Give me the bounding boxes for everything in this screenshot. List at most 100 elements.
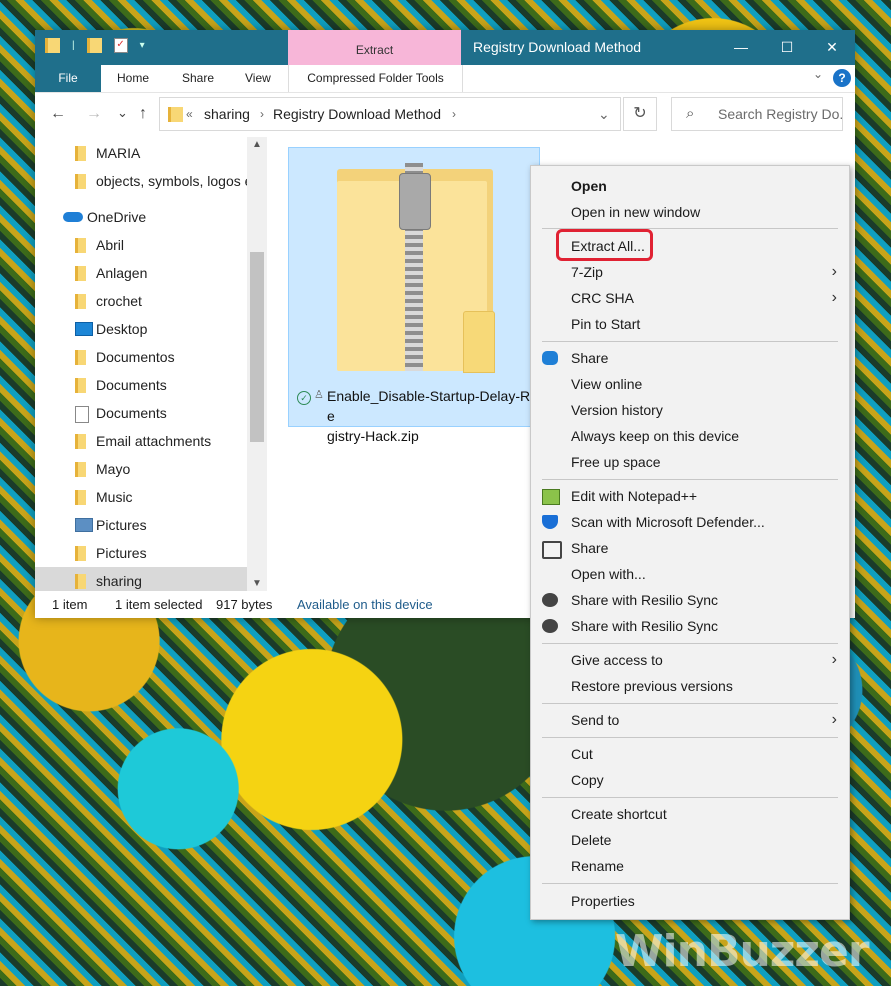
nav-item-sharing[interactable]: sharing	[35, 567, 247, 591]
desktop-icon	[75, 322, 93, 336]
breadcrumb-sharing[interactable]: sharing	[204, 98, 250, 130]
selected-size: 917 bytes	[216, 597, 273, 612]
menu-item-open-with[interactable]: Open with...	[531, 561, 849, 587]
menu-item-open-new-window[interactable]: Open in new window	[531, 199, 849, 225]
menu-item-resilio-2[interactable]: Share with Resilio Sync	[531, 613, 849, 639]
menu-item-7zip[interactable]: 7-Zip ›	[531, 259, 849, 285]
menu-separator	[542, 883, 838, 884]
menu-item-delete[interactable]: Delete	[531, 827, 849, 853]
menu-separator	[542, 797, 838, 798]
new-folder-icon[interactable]	[86, 38, 102, 53]
nav-item-onedrive[interactable]: OneDrive	[35, 203, 247, 231]
resilio-icon	[542, 593, 558, 607]
nav-scrollbar[interactable]: ▲ ▼	[247, 137, 267, 591]
breadcrumb-separator[interactable]: ›	[452, 98, 456, 130]
nav-item-documents-library[interactable]: Documents	[35, 399, 247, 427]
breadcrumb-overflow[interactable]: «	[186, 98, 193, 130]
file-name: Enable_Disable-Startup-Delay-Re gistry-Ha…	[327, 388, 531, 444]
menu-item-rename[interactable]: Rename	[531, 853, 849, 879]
tab-share[interactable]: Share	[182, 65, 214, 92]
folder-icon[interactable]	[45, 38, 60, 53]
forward-button[interactable]: →	[86, 105, 102, 123]
nav-item-documentos[interactable]: Documentos	[35, 343, 247, 371]
nav-item-objects-symbols-logos[interactable]: objects, symbols, logos e	[35, 167, 247, 195]
breadcrumb-current-folder[interactable]: Registry Download Method	[273, 98, 441, 130]
menu-separator	[542, 341, 838, 342]
menu-item-pin-to-start[interactable]: Pin to Start	[531, 311, 849, 337]
nav-item-mayo[interactable]: Mayo	[35, 455, 247, 483]
menu-item-send-to[interactable]: Send to ›	[531, 707, 849, 733]
folder-icon	[168, 107, 183, 122]
nav-item-desktop[interactable]: Desktop	[35, 315, 247, 343]
breadcrumb-separator[interactable]: ›	[260, 98, 264, 130]
shared-person-icon: ♙	[314, 389, 324, 401]
tab-compressed-folder-tools[interactable]: Compressed Folder Tools	[288, 65, 463, 92]
scrollbar-thumb[interactable]	[250, 252, 264, 442]
help-icon[interactable]: ?	[833, 69, 851, 87]
extract-context-tab-header: Extract	[288, 30, 461, 65]
address-bar[interactable]: « sharing › Registry Download Method › ⌄	[159, 97, 621, 131]
address-dropdown-icon[interactable]: ⌄	[598, 98, 610, 130]
zip-file-item[interactable]: ✓ ♙ Enable_Disable-Startup-Delay-Re gistr…	[288, 147, 540, 444]
context-menu: Open Open in new window Extract All... 7…	[530, 165, 850, 920]
menu-item-onedrive-share[interactable]: Share	[531, 345, 849, 371]
nav-item-music[interactable]: Music	[35, 483, 247, 511]
menu-item-notepadpp[interactable]: Edit with Notepad++	[531, 483, 849, 509]
search-icon: ⌕	[686, 105, 695, 122]
ribbon-tabs: File Home Share View Compressed Folder T…	[35, 65, 855, 93]
defender-shield-icon	[542, 515, 558, 529]
expand-ribbon-icon[interactable]: ⌄	[813, 67, 823, 81]
menu-separator	[542, 703, 838, 704]
navigation-bar: ← → ⌄ ↑ « sharing › Registry Download Me…	[35, 93, 855, 137]
properties-icon[interactable]: ✓	[113, 38, 128, 53]
tab-file[interactable]: File	[35, 65, 101, 92]
menu-item-free-up-space[interactable]: Free up space	[531, 449, 849, 475]
minimize-button[interactable]: —	[718, 30, 764, 65]
customize-toolbar-icon[interactable]: ▾	[140, 40, 145, 51]
close-button[interactable]: ✕	[809, 30, 855, 65]
folder-icon	[75, 350, 86, 365]
menu-item-always-keep[interactable]: Always keep on this device	[531, 423, 849, 449]
recent-locations-button[interactable]: ⌄	[117, 105, 128, 121]
menu-item-properties[interactable]: Properties	[531, 888, 849, 914]
nav-item-abril[interactable]: Abril	[35, 231, 247, 259]
menu-item-restore-versions[interactable]: Restore previous versions	[531, 673, 849, 699]
sync-status-icon: ✓	[297, 391, 311, 405]
nav-item-pictures[interactable]: Pictures	[35, 539, 247, 567]
back-button[interactable]: ←	[50, 105, 66, 123]
search-box[interactable]: ⌕ Search Registry Do...	[671, 97, 843, 131]
up-button[interactable]: ↑	[139, 105, 147, 123]
scroll-down-icon[interactable]: ▼	[252, 578, 262, 589]
menu-item-crc-sha[interactable]: CRC SHA ›	[531, 285, 849, 311]
menu-item-create-shortcut[interactable]: Create shortcut	[531, 801, 849, 827]
menu-item-open[interactable]: Open	[531, 173, 849, 199]
menu-item-view-online[interactable]: View online	[531, 371, 849, 397]
nav-item-crochet[interactable]: crochet	[35, 287, 247, 315]
submenu-arrow-icon: ›	[831, 711, 837, 728]
nav-item-documents[interactable]: Documents	[35, 371, 247, 399]
search-input[interactable]: Search Registry Do...	[718, 98, 842, 130]
refresh-button[interactable]: ↻	[623, 97, 657, 131]
menu-item-share[interactable]: Share	[531, 535, 849, 561]
folder-icon	[75, 294, 86, 309]
scroll-up-icon[interactable]: ▲	[252, 139, 262, 150]
maximize-button[interactable]: ☐	[764, 30, 810, 65]
menu-item-copy[interactable]: Copy	[531, 767, 849, 793]
nav-item-email-attachments[interactable]: Email attachments	[35, 427, 247, 455]
folder-icon	[75, 238, 86, 253]
menu-item-version-history[interactable]: Version history	[531, 397, 849, 423]
folder-icon	[75, 146, 86, 161]
tab-view[interactable]: View	[245, 65, 271, 92]
tab-home[interactable]: Home	[117, 65, 149, 92]
menu-item-cut[interactable]: Cut	[531, 741, 849, 767]
nav-item-pictures-library[interactable]: Pictures	[35, 511, 247, 539]
onedrive-cloud-icon	[542, 351, 558, 365]
menu-item-defender-scan[interactable]: Scan with Microsoft Defender...	[531, 509, 849, 535]
item-count: 1 item	[52, 597, 88, 612]
nav-item-maria[interactable]: MARIA	[35, 139, 247, 167]
nav-item-anlagen[interactable]: Anlagen	[35, 259, 247, 287]
menu-item-resilio-1[interactable]: Share with Resilio Sync	[531, 587, 849, 613]
menu-separator	[542, 479, 838, 480]
menu-item-give-access[interactable]: Give access to ›	[531, 647, 849, 673]
folder-icon	[75, 462, 86, 477]
